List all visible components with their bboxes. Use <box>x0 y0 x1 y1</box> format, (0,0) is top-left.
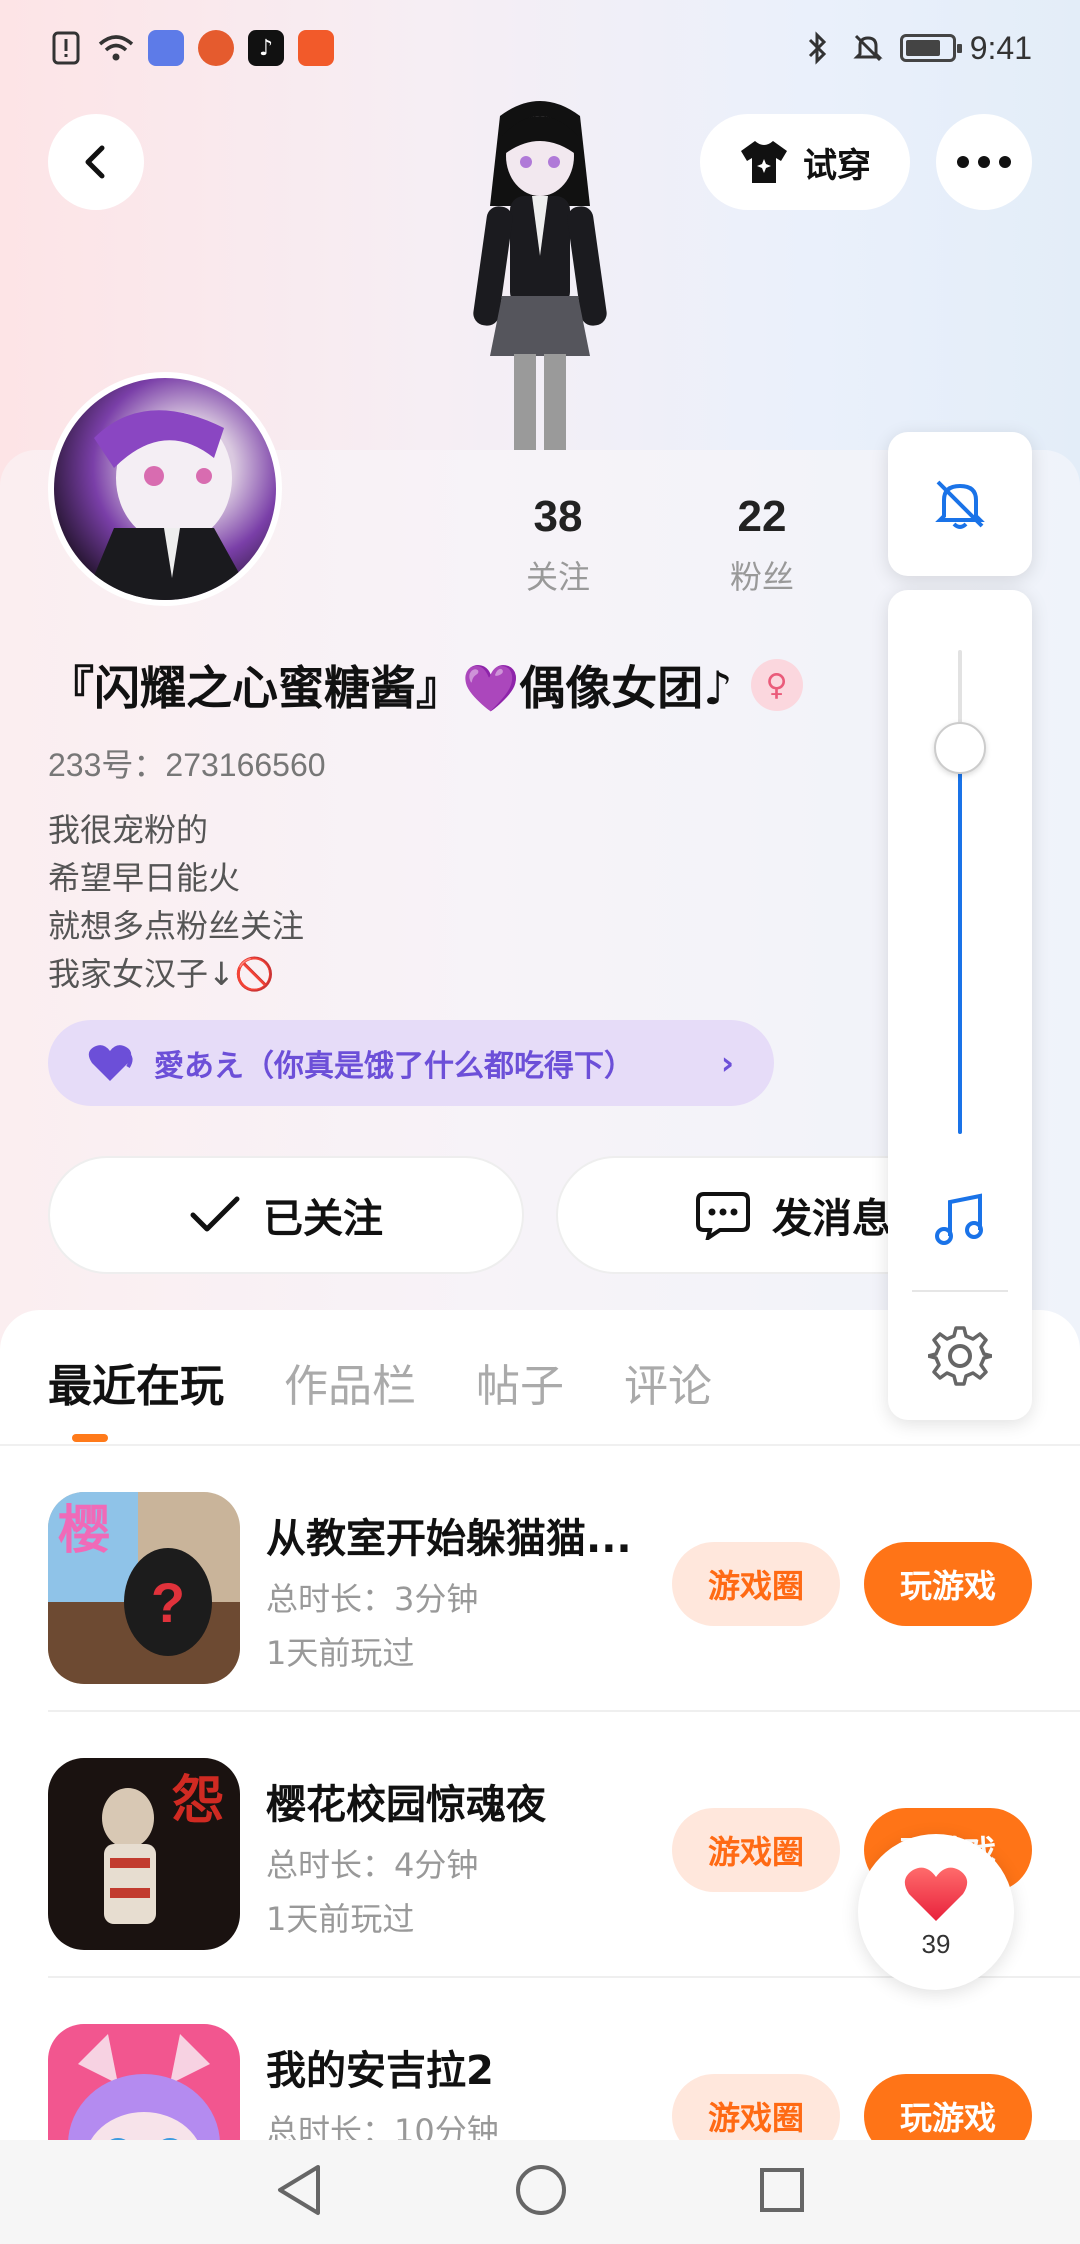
app-icon-2 <box>198 30 234 66</box>
following-count: 38 <box>533 492 583 541</box>
follow-button[interactable]: 已关注 <box>48 1156 524 1274</box>
volume-slider[interactable] <box>934 650 986 1134</box>
user-id: 233号：273166560 <box>48 747 326 783</box>
game-last-played: 1天前玩过 <box>266 1900 415 1938</box>
status-bar-right: 9:41 <box>800 30 1032 67</box>
username: 『闪耀之心蜜糖酱』💜偶像女团♪ <box>48 661 733 715</box>
heart-icon <box>904 1867 968 1921</box>
game-title: 从教室开始躲猫猫... <box>266 1516 632 1562</box>
nav-recents-icon[interactable] <box>758 2166 806 2218</box>
status-bar-left: ♪ <box>48 30 334 66</box>
avatar[interactable] <box>48 372 282 606</box>
game-thumbnail[interactable]: ? 樱 <box>48 1492 240 1684</box>
follow-label: 已关注 <box>263 1196 383 1242</box>
back-button[interactable] <box>48 114 144 210</box>
message-label: 发消息 <box>772 1196 892 1242</box>
nav-back-icon[interactable] <box>274 2163 324 2221</box>
game-duration: 总时长：4分钟 <box>266 1846 479 1884</box>
username-row: 『闪耀之心蜜糖酱』💜偶像女团♪ ♀ <box>48 652 803 718</box>
mute-icon <box>850 30 886 66</box>
try-on-button[interactable]: 试穿 <box>700 114 910 210</box>
bio-line: 我很宠粉的 <box>48 811 209 849</box>
game-thumbnail[interactable]: 怨 <box>48 1758 240 1950</box>
status-bar: ♪ 9:41 <box>0 0 1080 96</box>
check-icon <box>190 1196 240 1232</box>
bluetooth-icon <box>800 30 836 66</box>
tab-bar: 最近在玩 作品栏 帖子 评论 <box>48 1350 712 1414</box>
settings-gear-icon[interactable] <box>926 1324 994 1392</box>
ringer-toggle-button[interactable] <box>888 432 1032 576</box>
followers-label: 粉丝 <box>729 558 794 596</box>
character-model <box>440 96 640 450</box>
stat-following[interactable]: 38 关注 <box>488 492 628 598</box>
shirt-icon <box>741 141 787 183</box>
list-item[interactable]: ? 樱 从教室开始躲猫猫... 总时长：3分钟 1天前玩过 游戏圈 玩游戏 <box>0 1446 1080 1712</box>
more-dots-icon <box>957 156 1011 168</box>
guild-text: 愛あえ（你真是饿了什么都吃得下） <box>154 1049 634 1084</box>
nav-home-icon[interactable] <box>514 2163 568 2221</box>
bio-line: 我家女汉子↓🚫 <box>48 955 275 993</box>
stat-followers[interactable]: 22 粉丝 <box>692 492 832 598</box>
tab-comments[interactable]: 评论 <box>624 1350 712 1414</box>
game-title: 我的安吉拉2 <box>266 2048 494 2094</box>
bell-off-icon <box>935 480 985 529</box>
bio-line: 就想多点粉丝关注 <box>48 907 305 945</box>
tab-recently-played[interactable]: 最近在玩 <box>48 1350 224 1414</box>
like-count: 39 <box>921 1928 951 1959</box>
alert-icon <box>48 30 84 66</box>
tab-works[interactable]: 作品栏 <box>284 1350 416 1414</box>
system-navigation-bar <box>0 2140 1080 2244</box>
like-button[interactable]: 39 <box>858 1834 1014 1990</box>
game-thumb-text: 樱 <box>58 1501 110 1561</box>
heart-icon <box>88 1045 133 1081</box>
followers-count: 22 <box>737 492 787 541</box>
game-thumb-text: 怨 <box>172 1771 224 1831</box>
clock: 9:41 <box>969 29 1032 66</box>
bio: 我很宠粉的 希望早日能火 就想多点粉丝关注 我家女汉子↓🚫 <box>48 806 304 998</box>
guild-pill[interactable]: 愛あえ（你真是饿了什么都吃得下） › <box>48 1020 774 1106</box>
svg-text:?: ? <box>151 1571 185 1634</box>
app-icon-4 <box>298 30 334 66</box>
volume-slider-thumb[interactable] <box>934 722 986 774</box>
game-title: 樱花校园惊魂夜 <box>266 1782 546 1828</box>
tab-posts[interactable]: 帖子 <box>476 1350 564 1414</box>
battery-icon <box>899 34 962 62</box>
app-icon-1 <box>148 30 184 66</box>
volume-panel <box>888 590 1032 1420</box>
wifi-icon <box>98 30 134 66</box>
try-on-label: 试穿 <box>803 145 871 186</box>
game-circle-button[interactable]: 游戏圈 <box>672 1542 840 1626</box>
following-label: 关注 <box>525 558 590 596</box>
game-last-played: 1天前玩过 <box>266 1634 415 1672</box>
content-panel: 最近在玩 作品栏 帖子 评论 ? 樱 从教室开始躲猫猫... 总时长：3分钟 1… <box>0 1310 1080 2244</box>
game-circle-button[interactable]: 游戏圈 <box>672 1808 840 1892</box>
panel-divider <box>912 1290 1008 1292</box>
play-game-button[interactable]: 玩游戏 <box>864 1542 1032 1626</box>
chevron-right-icon: › <box>720 1044 734 1082</box>
game-duration: 总时长：3分钟 <box>266 1580 479 1618</box>
volume-slider-fill <box>958 727 962 1134</box>
music-note-icon[interactable] <box>930 1190 990 1254</box>
chat-bubble-icon <box>696 1192 750 1240</box>
active-tab-indicator <box>72 1434 108 1442</box>
chevron-left-icon <box>85 145 105 179</box>
tiktok-icon: ♪ <box>248 30 284 66</box>
gender-female-badge: ♀ <box>750 659 803 711</box>
bio-line: 希望早日能火 <box>48 859 241 897</box>
more-button[interactable] <box>936 114 1032 210</box>
